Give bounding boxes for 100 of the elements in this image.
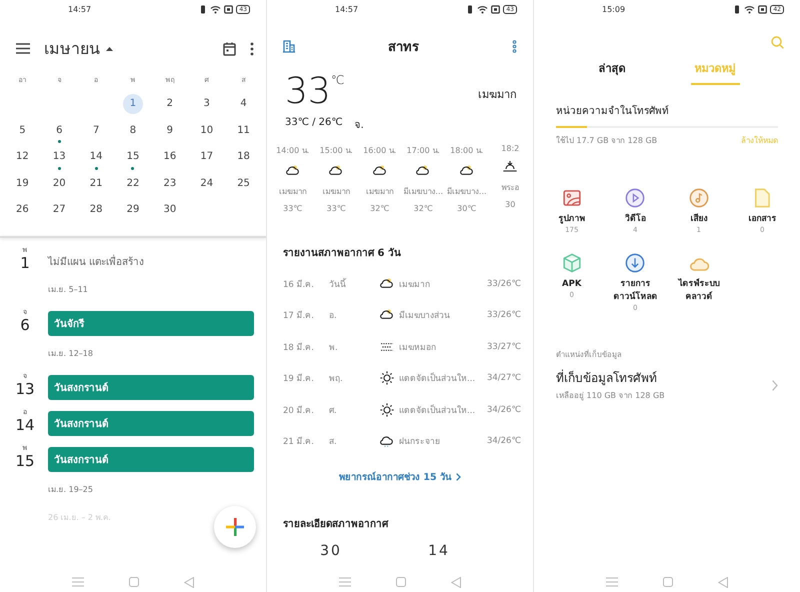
home-icon[interactable]	[662, 577, 673, 587]
menu-icon[interactable]	[16, 43, 30, 54]
forecast-day: ศ.	[329, 402, 379, 417]
current-temperature: 33	[285, 73, 331, 111]
storage-used: ใช้ไป 17.7 GB จาก 128 GB	[556, 134, 658, 147]
detail-value: 30	[320, 543, 342, 559]
calendar-icon[interactable]	[223, 42, 236, 56]
back-icon[interactable]	[718, 576, 728, 588]
chevron-icon	[456, 472, 461, 480]
calendar-day[interactable]: 16	[160, 147, 180, 168]
calendar-day[interactable]: 19	[12, 174, 32, 194]
forecast-date: 19 มี.ค.	[283, 372, 315, 386]
forecast-date: 17 มี.ค.	[283, 310, 315, 322]
forecast-date: 18 มี.ค.	[283, 342, 315, 354]
forecast-day: วันนี้	[329, 276, 379, 291]
day-number: 1	[20, 254, 30, 272]
section-title: รายละเอียดสภาพอากาศ	[282, 517, 390, 531]
week-range: เม.ย. 19–25	[47, 484, 94, 496]
calendar-day[interactable]: 10	[196, 120, 217, 141]
forecast-condition: ฝนกระจาย	[399, 436, 441, 448]
hour-condition: พระอ	[501, 182, 520, 194]
home-icon[interactable]	[396, 577, 406, 587]
search-icon[interactable]	[771, 36, 784, 49]
day-number: 15	[15, 453, 35, 470]
tab[interactable]: ล่าสุด	[594, 55, 630, 85]
forecast-range: 33/27℃	[486, 342, 521, 352]
sun-icon	[379, 402, 395, 418]
forecast-link[interactable]: พยากรณ์อากาศช่วง 15 วัน	[337, 467, 463, 486]
storage-location-item[interactable]: ที่เก็บข้อมูลโทรศัพท์ เหลืออยู่ 110 GB จาก 128 GB	[534, 360, 800, 402]
calendar-day[interactable]: 24	[196, 174, 217, 194]
temperature-range: 33℃ / 26℃	[285, 117, 343, 130]
calendar-day[interactable]: 4	[234, 94, 254, 114]
event-chip[interactable]: วันสงกรานต์	[48, 410, 254, 436]
week-range: เม.ย. 12–18	[47, 348, 94, 360]
calendar-day[interactable]: 14	[86, 147, 106, 168]
calendar-day[interactable]: 23	[160, 174, 180, 194]
back-icon[interactable]	[184, 576, 194, 588]
temperature-unit: ℃	[330, 73, 344, 87]
calendar-day[interactable]: 18	[234, 147, 254, 168]
home-icon[interactable]	[128, 577, 139, 587]
calendar-day[interactable]: 3	[196, 94, 217, 114]
forecast-condition: แดดจัดเป็นส่วนให...	[399, 372, 476, 386]
caret-icon	[106, 46, 113, 51]
day-number: 6	[20, 317, 30, 334]
city-icon[interactable]	[283, 40, 295, 53]
empty-day-hint[interactable]: ไม่มีแผน แตะเพื่อสร้าง	[48, 254, 144, 269]
month-selector[interactable]: เมษายน	[44, 36, 113, 61]
category-item[interactable]: ไดรฟ์ระบบ คลาวด์	[667, 252, 730, 312]
wifi-icon	[210, 4, 222, 14]
calendar-day[interactable]: 20	[49, 174, 70, 194]
forecast-day: พฤ.	[329, 371, 379, 386]
hour-temperature: 33℃	[326, 204, 346, 213]
forecast-day: อ.	[329, 308, 379, 322]
status-time: 14:57	[335, 4, 358, 14]
calendar-day[interactable]: 15	[122, 147, 143, 168]
calendar-day[interactable]: 13	[49, 147, 70, 168]
event-chip[interactable]: วันจักรี	[48, 310, 254, 336]
calendar-day[interactable]: 26	[12, 200, 32, 220]
back-icon[interactable]	[450, 576, 461, 588]
calendar-day[interactable]: 11	[234, 120, 254, 141]
calendar-day[interactable]: 12	[12, 147, 32, 168]
hour-label: 17:00 น.	[406, 145, 440, 157]
day-number: 14	[15, 417, 35, 434]
music-note-icon	[688, 187, 710, 209]
calendar-day[interactable]: 21	[86, 174, 106, 194]
hour-label: 15:00 น.	[320, 145, 353, 157]
forecast-range: 33/26℃	[486, 278, 521, 289]
calendar-day[interactable]: 9	[160, 120, 180, 141]
add-button[interactable]	[214, 506, 256, 548]
calendar-day[interactable]: 6	[49, 120, 70, 141]
calendar-day[interactable]: 22	[122, 174, 143, 194]
calendar-day[interactable]: 2	[160, 94, 180, 114]
more-icon[interactable]	[512, 40, 517, 53]
calendar-day[interactable]: 7	[86, 120, 106, 141]
forecast-range: 33/26℃	[486, 310, 521, 320]
download-icon	[624, 252, 646, 274]
calendar-day[interactable]: 27	[49, 200, 70, 220]
calendar-day[interactable]: 8	[122, 120, 143, 141]
cube-icon	[560, 252, 583, 274]
event-chip[interactable]: วันสงกรานต์	[48, 374, 254, 400]
chevron-icon	[772, 380, 778, 390]
forecast-day: พ.	[329, 340, 379, 354]
forecast-day: ส.	[329, 434, 379, 448]
hour-label: 18:00 น.	[450, 145, 484, 157]
hour-label: 16:00 น.	[363, 145, 396, 157]
calendar-day[interactable]: 17	[196, 147, 217, 168]
calendar-day[interactable]: 30	[160, 200, 180, 220]
detail-value: 14	[428, 543, 450, 559]
more-icon[interactable]	[250, 42, 254, 56]
calendar-day[interactable]: 25	[234, 174, 254, 194]
forecast-condition: เมฆหมอก	[399, 342, 437, 354]
status-time: 15:09	[602, 4, 626, 14]
event-chip[interactable]: วันสงกรานต์	[48, 446, 254, 472]
calendar-day[interactable]: 29	[122, 200, 143, 220]
wifi-icon	[477, 4, 488, 14]
calendar-day[interactable]: 1	[122, 94, 143, 114]
plus-icon	[226, 518, 244, 536]
calendar-day[interactable]: 5	[12, 120, 32, 141]
sun-icon	[379, 370, 395, 386]
calendar-day[interactable]: 28	[86, 200, 106, 220]
